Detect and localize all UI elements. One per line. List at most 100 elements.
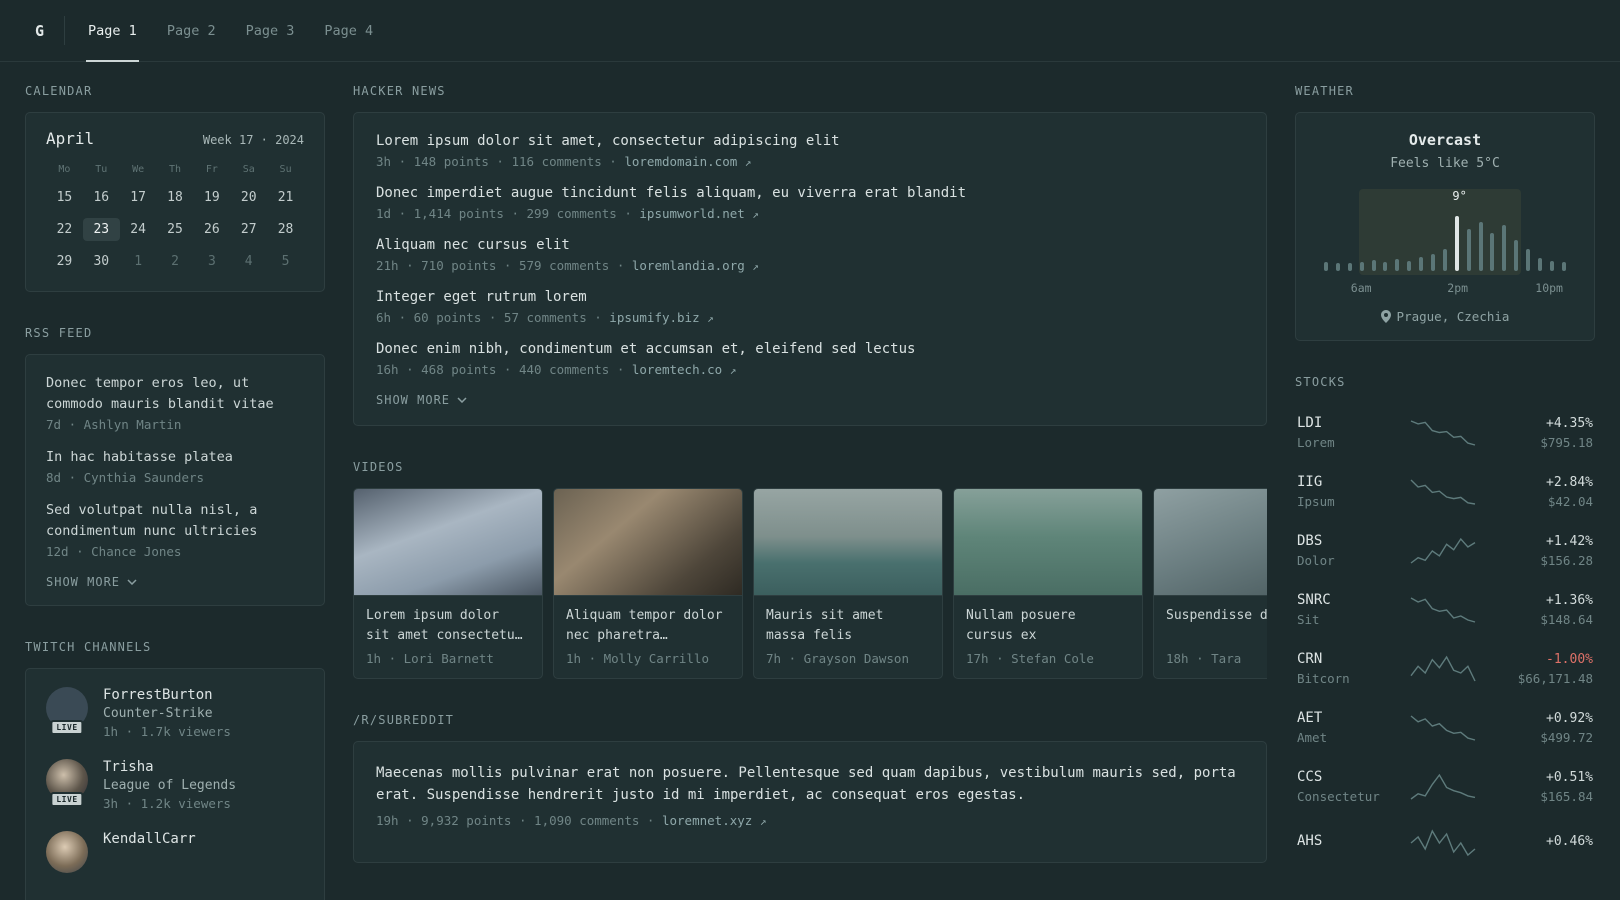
- stock-price: $156.28: [1540, 552, 1593, 568]
- hn-story-title[interactable]: Donec enim nibh, condimentum et accumsan…: [376, 341, 1244, 357]
- stock-ticker: IIG: [1297, 474, 1323, 490]
- weather-bar: [1561, 262, 1566, 271]
- calendar-dow: Th: [168, 164, 182, 175]
- video-card[interactable]: Mauris sit amet massa felis 7h · Grayson…: [753, 488, 943, 679]
- video-meta: 18h · Tara: [1166, 651, 1242, 666]
- stock-price: $165.84: [1540, 788, 1593, 804]
- tab-page-2[interactable]: Page 2: [152, 0, 231, 61]
- rss-item[interactable]: Sed volutpat nulla nisl, a condimentum n…: [46, 500, 304, 559]
- subreddit-widget: /R/SUBREDDIT Maecenas mollis pulvinar er…: [353, 713, 1267, 863]
- stock-change: +2.84%: [1546, 474, 1593, 490]
- calendar-dow: Tu: [95, 164, 108, 175]
- videos-row: Lorem ipsum dolor sit amet consectetu… 1…: [353, 488, 1267, 679]
- hn-story[interactable]: Donec enim nibh, condimentum et accumsan…: [376, 341, 1244, 377]
- calendar-day: 22: [56, 222, 73, 237]
- video-thumbnail: [954, 489, 1142, 596]
- hn-story-title[interactable]: Donec imperdiet augue tincidunt felis al…: [376, 185, 1244, 201]
- weather-bar-chart: 9°: [1322, 189, 1568, 275]
- app-logo[interactable]: G: [25, 0, 64, 61]
- stock-change: +0.51%: [1546, 769, 1593, 785]
- rss-item-meta: 7d · Ashlyn Martin: [46, 416, 182, 432]
- weather-bar: [1454, 215, 1459, 271]
- weather-time-label: 10pm: [1535, 281, 1563, 295]
- stock-ticker: CCS: [1297, 769, 1323, 785]
- stock-row: AET Amet +0.92% $499.72: [1295, 698, 1595, 757]
- stock-sparkline: [1410, 714, 1476, 741]
- video-card[interactable]: Aliquam tempor dolor nec pharetra… 1h · …: [553, 488, 743, 679]
- rss-item[interactable]: In hac habitasse platea 8d · Cynthia Sau…: [46, 447, 304, 485]
- video-card[interactable]: Lorem ipsum dolor sit amet consectetu… 1…: [353, 488, 543, 679]
- hn-story[interactable]: Integer eget rutrum lorem 6h · 60 points…: [376, 289, 1244, 325]
- video-title: Nullam posuere cursus ex: [966, 608, 1076, 644]
- calendar-widget-title: CALENDAR: [25, 84, 93, 98]
- tab-page-1[interactable]: Page 1: [73, 0, 152, 62]
- video-meta: 1h · Lori Barnett: [366, 651, 494, 666]
- stock-ticker: CRN: [1297, 651, 1323, 667]
- hn-story-title[interactable]: Lorem ipsum dolor sit amet, consectetur …: [376, 133, 1244, 149]
- subreddit-post-title[interactable]: Maecenas mollis pulvinar erat non posuer…: [376, 762, 1244, 807]
- subreddit-post[interactable]: Maecenas mollis pulvinar erat non posuer…: [376, 762, 1244, 828]
- stock-ticker: SNRC: [1297, 592, 1331, 608]
- weather-time-label: 6am: [1350, 281, 1372, 295]
- twitch-channel-row[interactable]: LIVE ForrestBurton Counter-Strike 1h · 1…: [46, 686, 304, 739]
- hn-story-title[interactable]: Aliquam nec cursus elit: [376, 237, 1244, 253]
- hn-story[interactable]: Lorem ipsum dolor sit amet, consectetur …: [376, 133, 1244, 169]
- calendar-dow: Fr: [205, 164, 218, 175]
- rss-card: Donec tempor eros leo, ut commodo mauris…: [25, 354, 325, 606]
- calendar-week-year: Week 17 · 2024: [202, 133, 304, 147]
- hn-story-title[interactable]: Integer eget rutrum lorem: [376, 289, 1244, 305]
- weather-bar: [1442, 248, 1447, 271]
- hn-story-domain-link[interactable]: loremdomain.com: [624, 154, 737, 169]
- chevron-down-icon: [457, 397, 467, 403]
- hn-story-domain-link[interactable]: ipsumify.biz: [609, 310, 699, 325]
- hn-story[interactable]: Aliquam nec cursus elit 21h · 710 points…: [376, 237, 1244, 273]
- calendar-day: 24: [130, 222, 146, 237]
- weather-condition: Overcast: [1408, 131, 1482, 149]
- calendar-card: April Week 17 · 2024 Mo Tu We Th Fr Sa S…: [25, 112, 325, 292]
- weather-bars: [1324, 213, 1566, 271]
- tab-page-4[interactable]: Page 4: [309, 0, 388, 61]
- tab-page-3[interactable]: Page 3: [231, 0, 310, 61]
- rss-item-title: Donec tempor eros leo, ut commodo mauris…: [46, 375, 274, 412]
- show-more-label: SHOW MORE: [376, 393, 451, 407]
- live-badge: LIVE: [50, 719, 84, 735]
- hn-show-more-button[interactable]: SHOW MORE: [376, 393, 1244, 407]
- weather-bar: [1407, 261, 1412, 271]
- stock-ticker: AET: [1297, 710, 1323, 726]
- stock-sparkline: [1410, 479, 1476, 505]
- hn-story-domain-link[interactable]: ipsumworld.net: [639, 206, 744, 221]
- dashboard: CALENDAR April Week 17 · 2024 Mo Tu We T…: [0, 62, 1620, 900]
- weather-bar: [1324, 261, 1328, 271]
- hn-story-domain-link[interactable]: loremtech.co: [632, 362, 722, 377]
- weather-bar: [1502, 225, 1507, 271]
- stock-name: Bitcorn: [1297, 671, 1350, 686]
- stock-sparkline: [1410, 419, 1476, 446]
- hn-story-meta: 16h · 468 points · 440 comments · loremt…: [376, 362, 737, 377]
- weather-time-label: 2pm: [1447, 281, 1469, 295]
- stock-row: IIG Ipsum +2.84% $42.04: [1295, 462, 1595, 521]
- stock-change-negative: -1.00%: [1546, 651, 1593, 667]
- channel-avatar: [46, 830, 88, 873]
- calendar-day: 18: [167, 190, 183, 205]
- rss-item[interactable]: Donec tempor eros leo, ut commodo mauris…: [46, 373, 304, 432]
- stock-row: CCS Consectetur +0.51% $165.84: [1295, 757, 1595, 816]
- hn-story-domain-link[interactable]: loremlandia.org: [632, 258, 745, 273]
- hn-story[interactable]: Donec imperdiet augue tincidunt felis al…: [376, 185, 1244, 221]
- calendar-day-next-month: 3: [207, 254, 216, 269]
- video-card[interactable]: Nullam posuere cursus ex 17h · Stefan Co…: [953, 488, 1143, 679]
- stock-name: Amet: [1297, 730, 1328, 745]
- rss-show-more-button[interactable]: SHOW MORE: [46, 575, 304, 589]
- video-card[interactable]: Suspendisse diam 18h · Tara: [1153, 488, 1267, 679]
- stock-ticker: AHS: [1297, 833, 1323, 849]
- twitch-channel-row[interactable]: KendallCarr: [46, 830, 304, 873]
- channel-category: League of Legends: [103, 777, 237, 793]
- twitch-channel-row[interactable]: LIVE Trisha League of Legends 3h · 1.2k …: [46, 758, 304, 811]
- calendar-month: April: [46, 129, 95, 148]
- rss-item-title: Sed volutpat nulla nisl, a condimentum n…: [46, 501, 258, 539]
- weather-bar: [1359, 262, 1364, 271]
- weather-peak-temp: 9°: [1452, 189, 1467, 203]
- channel-category: Counter-Strike: [103, 705, 213, 721]
- center-column: HACKER NEWS Lorem ipsum dolor sit amet, …: [353, 84, 1267, 900]
- left-column: CALENDAR April Week 17 · 2024 Mo Tu We T…: [25, 84, 325, 900]
- subreddit-post-domain-link[interactable]: loremnet.xyz: [662, 813, 752, 828]
